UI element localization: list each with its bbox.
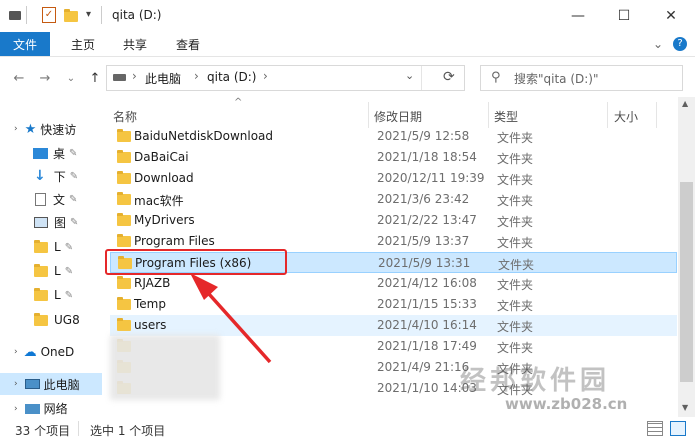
status-bar: 33 个项目 选中 1 个项目 [0, 417, 695, 441]
divider [78, 421, 79, 436]
arrow-head [190, 273, 218, 300]
watermark: 经邦软件园 [460, 366, 611, 396]
item-count: 33 个项目 [15, 424, 71, 438]
watermark-url: www.zb028.cn [505, 395, 628, 413]
details-view-icon[interactable] [647, 421, 663, 436]
large-icons-view-icon[interactable] [670, 421, 686, 436]
selected-count: 选中 1 个项目 [90, 424, 166, 438]
blurred-region [110, 335, 220, 400]
